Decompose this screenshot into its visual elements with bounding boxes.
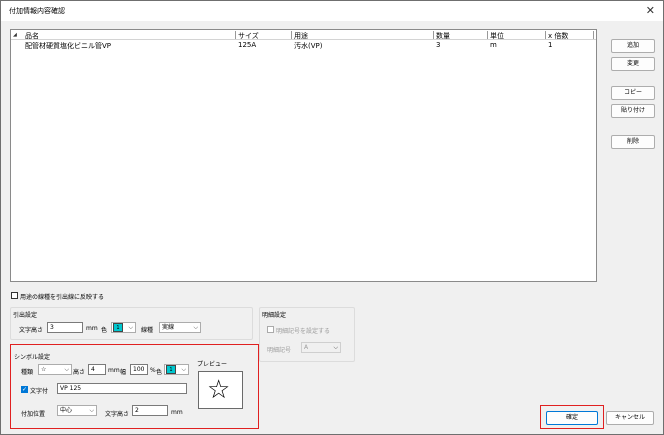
paste-button[interactable]: 貼り付け — [611, 104, 655, 118]
dialog: 付加情報内容確認 ✕ ◢ 品名 サイズ 用途 数量 単位 x 倍数 配管材硬質塩… — [0, 0, 664, 435]
copy-button[interactable]: コピー — [611, 86, 655, 100]
leader-linetype-label: 線種 — [141, 327, 154, 334]
symbol-mm-label: mm — [108, 367, 120, 374]
leader-text-height-input[interactable]: 3 — [47, 322, 83, 333]
dialog-title: 付加情報内容確認 — [9, 7, 65, 15]
symbol-width-label: 幅 — [120, 369, 127, 376]
detail-set-label: 明細記号を設定する — [276, 328, 331, 335]
position-value: 中心 — [60, 407, 73, 414]
text-attach-label: 文字付 — [30, 388, 49, 395]
chevron-down-icon: ⌵ — [181, 366, 186, 373]
cell-multiplier: 1 — [548, 41, 553, 49]
cancel-button[interactable]: キャンセル — [606, 411, 654, 425]
delete-button[interactable]: 削除 — [611, 135, 655, 149]
detail-title: 明細設定 — [262, 312, 287, 319]
chevron-down-icon: ⌵ — [333, 344, 338, 351]
list-header: ◢ 品名 サイズ 用途 数量 単位 x 倍数 — [11, 30, 596, 40]
text-attach-checkbox[interactable]: ✓ — [21, 386, 28, 393]
symbol-width-input[interactable]: 100 — [130, 364, 148, 375]
leader-linetype-select[interactable]: 実線 ⌵ — [159, 322, 201, 333]
chevron-down-icon: ⌵ — [128, 324, 133, 331]
symbol-text-height-label: 文字高さ — [105, 411, 130, 418]
symbol-color-label: 色 — [156, 369, 163, 376]
symbol-type-select[interactable]: ☆ ⌵ — [38, 364, 72, 375]
star-icon: ☆ — [207, 375, 231, 405]
chevron-down-icon: ⌵ — [64, 366, 69, 373]
leader-color-label: 色 — [101, 327, 108, 334]
symbol-text-mm-label: mm — [171, 409, 183, 416]
color-swatch: 1 — [113, 323, 123, 332]
symbol-percent-label: % — [150, 367, 156, 374]
symbol-text-height-input[interactable]: 2 — [132, 405, 168, 416]
table-row[interactable]: 配管材硬質塩化ビニル管VP 125A 汚水(VP) 3 m 1 — [11, 40, 596, 50]
detail-set-checkbox[interactable] — [267, 326, 274, 333]
ok-button[interactable]: 確定 — [546, 411, 598, 425]
detail-symbol-value: A — [304, 344, 309, 351]
symbol-type-label: 種類 — [21, 369, 34, 376]
reflect-linetype-label: 用途の線種を引出線に反映する — [20, 294, 105, 301]
detail-symbol-label: 明細記号 — [267, 347, 292, 354]
symbol-type-value: ☆ — [41, 366, 47, 373]
position-select[interactable]: 中心 ⌵ — [57, 405, 97, 416]
color-swatch: 1 — [166, 365, 176, 374]
preview-label: プレビュー — [197, 361, 228, 368]
cell-size: 125A — [238, 41, 257, 49]
symbol-color-select[interactable]: 1 ⌵ — [164, 364, 189, 375]
item-list[interactable]: ◢ 品名 サイズ 用途 数量 単位 x 倍数 配管材硬質塩化ビニル管VP 125… — [10, 29, 597, 282]
leader-color-select[interactable]: 1 ⌵ — [111, 322, 136, 333]
cell-quantity: 3 — [436, 41, 441, 49]
detail-symbol-select[interactable]: A ⌵ — [301, 342, 341, 353]
add-button[interactable]: 追加 — [611, 39, 655, 53]
leader-text-height-label: 文字高さ — [19, 327, 44, 334]
chevron-down-icon: ⌵ — [89, 407, 94, 414]
leader-mm-label: mm — [86, 325, 98, 332]
symbol-preview: ☆ — [198, 371, 243, 409]
symbol-text-input[interactable]: VP 125 — [57, 383, 187, 394]
leader-linetype-value: 実線 — [162, 324, 175, 331]
leader-title: 引出設定 — [13, 312, 38, 319]
sort-icon: ◢ — [13, 32, 17, 38]
cell-name: 配管材硬質塩化ビニル管VP — [25, 42, 112, 50]
chevron-down-icon: ⌵ — [193, 324, 198, 331]
title-bar: 付加情報内容確認 ✕ — [1, 1, 663, 21]
position-label: 付加位置 — [21, 411, 46, 418]
cell-unit: m — [490, 41, 497, 49]
symbol-title: シンボル設定 — [14, 354, 51, 361]
symbol-height-input[interactable]: 4 — [88, 364, 106, 375]
symbol-height-label: 高さ — [73, 369, 86, 376]
change-button[interactable]: 変更 — [611, 57, 655, 71]
cell-usage: 汚水(VP) — [294, 42, 323, 50]
close-icon[interactable]: ✕ — [646, 4, 655, 17]
reflect-linetype-checkbox[interactable] — [11, 292, 18, 299]
